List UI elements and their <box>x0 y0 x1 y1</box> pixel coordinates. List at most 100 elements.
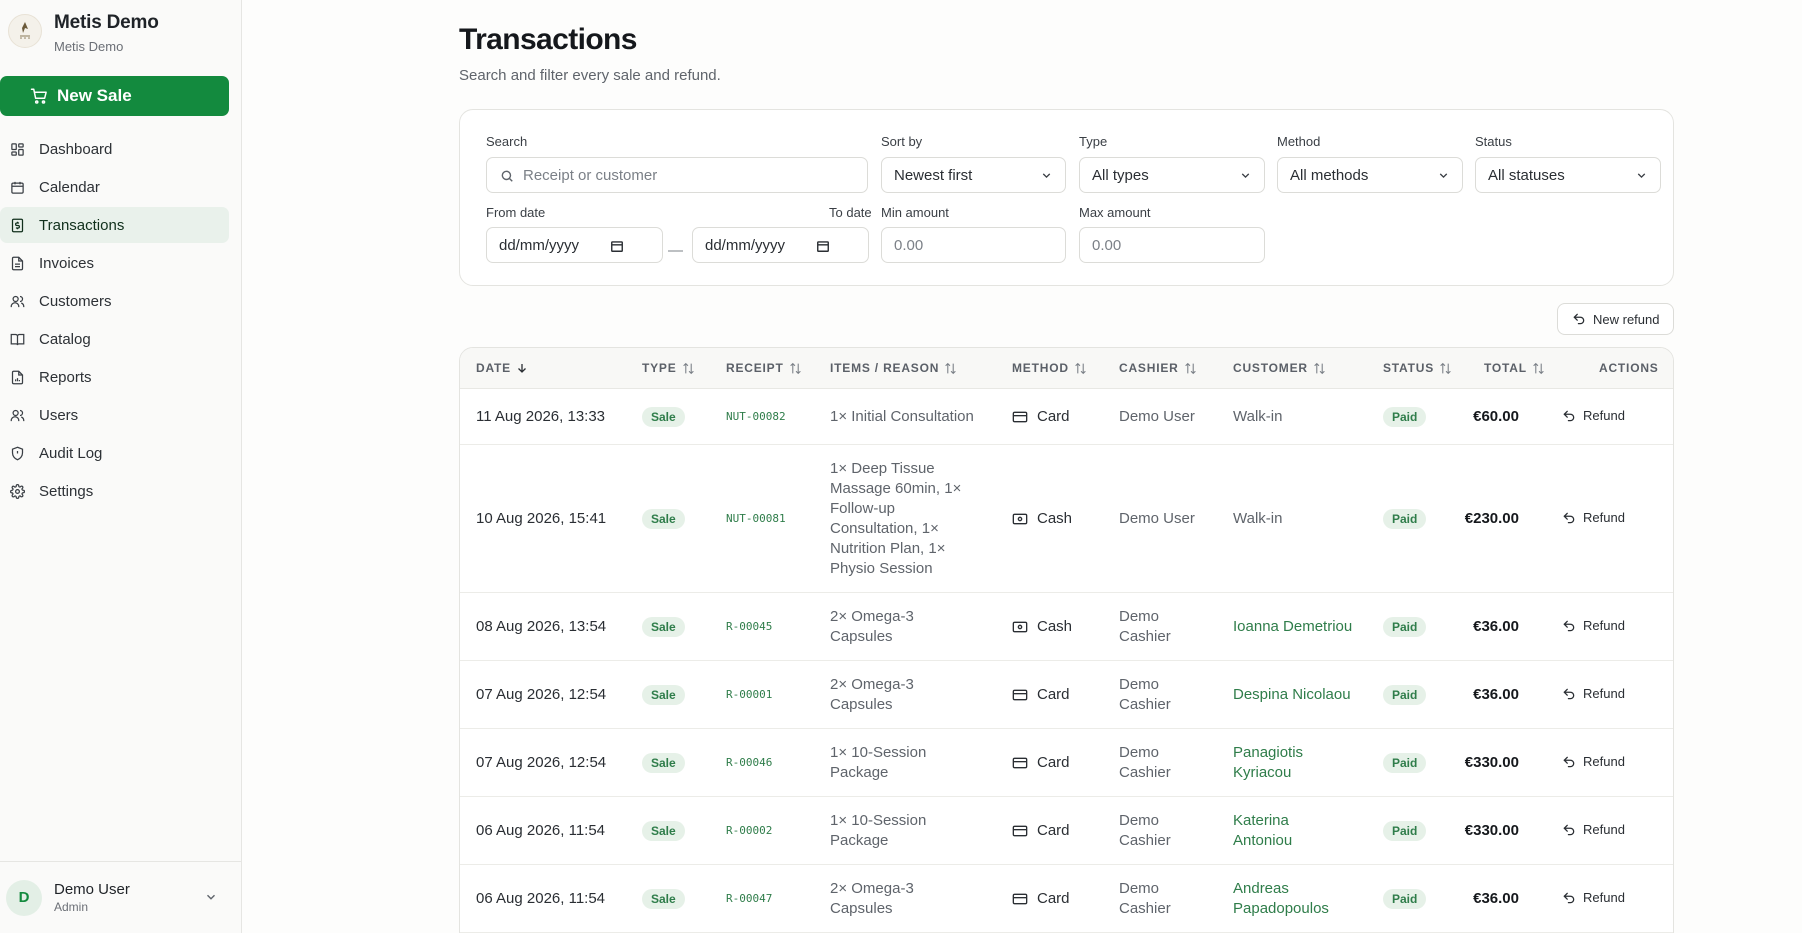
type-badge: Sale <box>642 821 685 841</box>
payment-method: Card <box>1012 889 1070 909</box>
payment-method-label: Card <box>1037 686 1070 703</box>
table-row[interactable]: 07 Aug 2026, 12:54 Sale R-00046 1× 10-Sessi… <box>460 729 1673 797</box>
table-header: DATE TYPE RECEIPT ITEMS / REASON METHOD … <box>460 348 1673 389</box>
table-row[interactable]: 11 Aug 2026, 13:33 Sale NUT-00082 1× Initia… <box>460 389 1673 445</box>
status-select[interactable]: All statuses <box>1475 157 1661 193</box>
sidebar-item-dashboard[interactable]: Dashboard <box>0 131 229 167</box>
sidebar-item-reports[interactable]: Reports <box>0 359 229 395</box>
sidebar-item-customers[interactable]: Customers <box>0 283 229 319</box>
customer-line: Walk-in <box>1233 408 1283 425</box>
calendar-icon[interactable] <box>816 239 830 253</box>
column-header-customer[interactable]: CUSTOMER <box>1233 361 1326 375</box>
sidebar-item-catalog[interactable]: Catalog <box>0 321 229 357</box>
cashier-name: Demo Cashier <box>1119 743 1171 783</box>
customer-name: Walk-in <box>1233 407 1282 427</box>
chevron-down-icon <box>1241 173 1250 179</box>
items-line: 1× Deep Tissue <box>830 460 935 477</box>
calendar-icon[interactable] <box>610 239 624 253</box>
table-row[interactable]: 06 Aug 2026, 11:54 Sale R-00047 2× Omega-3 C… <box>460 865 1673 933</box>
refund-button[interactable]: Refund <box>1562 822 1625 837</box>
cashier-line: Demo User <box>1119 510 1195 527</box>
receipt-number[interactable]: R-00047 <box>726 889 772 909</box>
column-header-status[interactable]: STATUS <box>1383 361 1452 375</box>
table-row[interactable]: 07 Aug 2026, 12:54 Sale R-00001 2× Omega-3 C… <box>460 661 1673 729</box>
refund-button[interactable]: Refund <box>1562 754 1625 769</box>
receipt-number[interactable]: NUT-00082 <box>726 407 786 427</box>
column-header-method[interactable]: METHOD <box>1012 361 1087 375</box>
receipt-number[interactable]: R-00001 <box>726 685 772 705</box>
column-header-receipt[interactable]: RECEIPT <box>726 361 802 375</box>
table-row[interactable]: 06 Aug 2026, 11:54 Sale R-00002 1× 10-Sessi… <box>460 797 1673 865</box>
sidebar-item-audit-log[interactable]: Audit Log <box>0 435 229 471</box>
new-sale-button[interactable]: New Sale <box>0 76 229 116</box>
max-amount-input[interactable]: 0.00 <box>1079 227 1265 263</box>
from-date-label: From date <box>486 205 546 220</box>
receipt-number[interactable]: R-00046 <box>726 753 772 773</box>
sort-value: Newest first <box>894 166 973 184</box>
receipt-number[interactable]: R-00045 <box>726 617 772 637</box>
customer-name[interactable]: Despina Nicolaou <box>1233 685 1351 705</box>
customer-name[interactable]: Ioanna Demetriou <box>1233 617 1352 637</box>
column-header-total[interactable]: TOTAL <box>1484 361 1545 375</box>
method-select[interactable]: All methods <box>1277 157 1463 193</box>
column-header-label: TOTAL <box>1484 361 1527 375</box>
cashier-line: Cashier <box>1119 900 1171 917</box>
min-amount-input[interactable]: 0.00 <box>881 227 1066 263</box>
sidebar-item-transactions[interactable]: Transactions <box>0 207 229 243</box>
table-row[interactable]: 10 Aug 2026, 15:41 Sale NUT-00081 1× Deep T… <box>460 445 1673 593</box>
to-date-input[interactable]: dd/mm/yyyy <box>692 227 869 263</box>
table-row[interactable]: 08 Aug 2026, 13:54 Sale R-00045 2× Omega-3 C… <box>460 593 1673 661</box>
status-badge: Paid <box>1383 753 1427 773</box>
sidebar-item-invoices[interactable]: Invoices <box>0 245 229 281</box>
refund-button[interactable]: Refund <box>1562 408 1625 423</box>
payment-method: Card <box>1012 821 1070 841</box>
column-header-label: METHOD <box>1012 361 1069 375</box>
receipt-number[interactable]: NUT-00081 <box>726 509 786 529</box>
sidebar-item-calendar[interactable]: Calendar <box>0 169 229 205</box>
cashier-name: Demo User <box>1119 407 1195 427</box>
customer-line: Kyriacou <box>1233 764 1292 781</box>
column-header-cashier[interactable]: CASHIER <box>1119 361 1197 375</box>
transaction-total: €330.00 <box>1464 822 1519 839</box>
refund-button[interactable]: Refund <box>1562 686 1625 701</box>
customer-line: Katerina <box>1233 812 1289 829</box>
refund-label: Refund <box>1583 822 1625 837</box>
customer-name[interactable]: Katerina Antoniou <box>1233 811 1292 851</box>
brand[interactable]: Metis Demo Metis Demo <box>8 10 159 56</box>
user-menu[interactable]: D Demo User Admin <box>0 861 242 933</box>
users-icon <box>10 409 25 421</box>
refund-button[interactable]: Refund <box>1562 510 1625 525</box>
column-header-label: CUSTOMER <box>1233 361 1308 375</box>
new-refund-button[interactable]: New refund <box>1557 303 1674 335</box>
status-badge: Paid <box>1383 821 1427 841</box>
from-date-input[interactable]: dd/mm/yyyy <box>486 227 663 263</box>
column-header-type[interactable]: TYPE <box>642 361 695 375</box>
transaction-total: €36.00 <box>1473 618 1519 635</box>
method-value: All methods <box>1290 166 1369 184</box>
transaction-total: €36.00 <box>1473 686 1519 703</box>
refund-button[interactable]: Refund <box>1562 618 1625 633</box>
type-select[interactable]: All types <box>1079 157 1265 193</box>
chevron-down-icon[interactable] <box>204 890 218 904</box>
sort-select[interactable]: Newest first <box>881 157 1066 193</box>
customer-name[interactable]: Andreas Papadopoulos <box>1233 879 1329 919</box>
date-range-separator: — <box>668 242 683 259</box>
column-header-date[interactable]: DATE <box>476 361 528 375</box>
cashier-line: Cashier <box>1119 696 1171 713</box>
items-line: 2× Omega-3 <box>830 608 914 625</box>
sidebar-item-users[interactable]: Users <box>0 397 229 433</box>
refund-button[interactable]: Refund <box>1562 890 1625 905</box>
sidebar: Metis Demo Metis Demo New Sale Dashboard… <box>0 0 242 933</box>
cashier-name: Demo Cashier <box>1119 607 1171 647</box>
sort-icon <box>1533 362 1544 374</box>
items-line: 1× 10-Session <box>830 744 927 761</box>
page-title: Transactions <box>459 23 637 56</box>
column-header-items[interactable]: ITEMS / REASON <box>830 361 957 375</box>
sidebar-item-settings[interactable]: Settings <box>0 473 229 509</box>
search-input[interactable]: Receipt or customer <box>486 157 868 193</box>
customer-name[interactable]: Panagiotis Kyriacou <box>1233 743 1303 783</box>
receipt-number[interactable]: R-00002 <box>726 821 772 841</box>
type-badge: Sale <box>642 617 685 637</box>
status-badge: Paid <box>1383 685 1427 705</box>
type-badge: Sale <box>642 753 685 773</box>
